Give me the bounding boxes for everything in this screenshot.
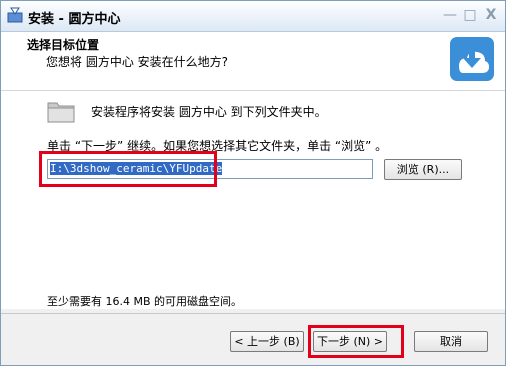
disk-space-info: 至少需要有 16.4 MB 的可用磁盘空间。 xyxy=(47,295,243,308)
maximize-button[interactable]: □ xyxy=(462,7,478,23)
install-description: 安装程序将安装 圆方中心 到下列文件夹中。 xyxy=(91,105,327,119)
page-subtitle: 您想将 圆方中心 安装在什么地方? xyxy=(46,55,228,69)
cancel-button[interactable]: 取消 xyxy=(414,331,488,352)
minimize-button[interactable]: — xyxy=(442,7,458,23)
folder-icon xyxy=(47,102,75,123)
instruction-text: 单击 “下一步” 继续。如果您想选择其它文件夹，单击 “浏览” 。 xyxy=(47,139,388,153)
back-button[interactable]: < 上一步 (B) xyxy=(230,331,304,352)
install-path-input[interactable]: I:\3dshow_ceramic\YFUpdate xyxy=(47,159,373,179)
install-path-value: I:\3dshow_ceramic\YFUpdate xyxy=(50,162,223,175)
footer-divider xyxy=(1,313,505,314)
title-bar: 安装 - 圆方中心 — □ X xyxy=(1,1,505,32)
installer-window: 安装 - 圆方中心 — □ X 选择目标位置 您想将 圆方中心 安装在什么地方?… xyxy=(0,0,506,366)
installer-app-icon xyxy=(7,7,23,23)
browse-button[interactable]: 浏览 (R)... xyxy=(384,159,462,180)
download-arrow-icon xyxy=(450,37,494,81)
page-title: 选择目标位置 xyxy=(27,38,100,52)
next-button[interactable]: 下一步 (N) > xyxy=(313,331,387,352)
window-title: 安装 - 圆方中心 xyxy=(28,12,121,27)
wizard-content: 安装程序将安装 圆方中心 到下列文件夹中。 单击 “下一步” 继续。如果您想选择… xyxy=(1,91,505,309)
wizard-header: 选择目标位置 您想将 圆方中心 安装在什么地方? xyxy=(1,32,505,91)
close-button[interactable]: X xyxy=(483,7,499,23)
